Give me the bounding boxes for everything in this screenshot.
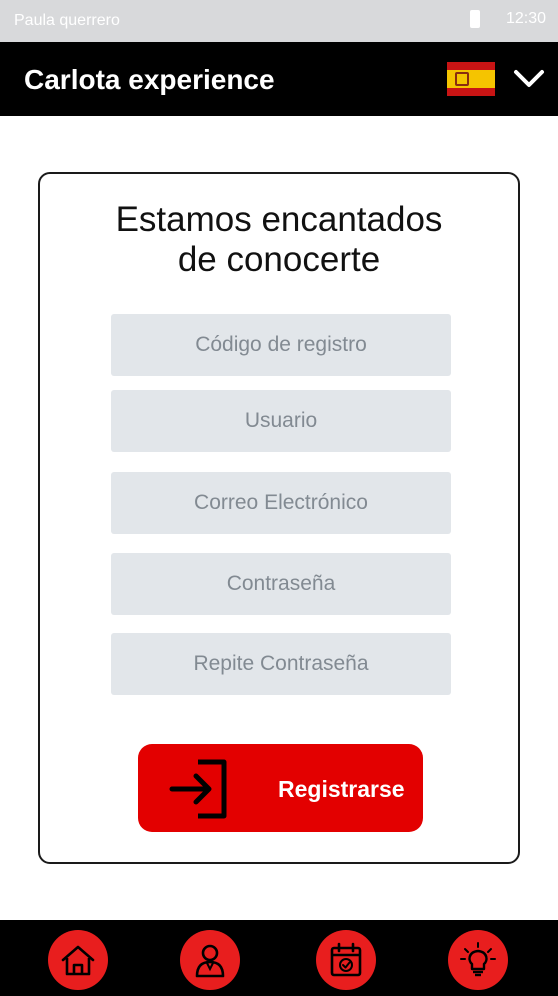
email-input[interactable] bbox=[111, 472, 451, 534]
battery-icon bbox=[469, 10, 480, 28]
register-button[interactable]: Registrarse bbox=[138, 744, 423, 832]
flag-stripe-bottom bbox=[447, 88, 495, 96]
spain-flag-icon[interactable] bbox=[447, 62, 495, 96]
user-icon bbox=[195, 944, 225, 978]
chevron-down-icon[interactable] bbox=[512, 66, 546, 92]
lightbulb-icon bbox=[460, 942, 496, 977]
status-user-name: Paula querrero bbox=[14, 12, 120, 29]
card-title-line1: Estamos encantados bbox=[115, 200, 443, 239]
flag-shield bbox=[455, 72, 469, 86]
password-input[interactable] bbox=[111, 553, 451, 615]
register-button-label: Registrarse bbox=[278, 776, 405, 802]
login-icon bbox=[169, 759, 227, 819]
status-right: 12:30 bbox=[469, 10, 546, 28]
nav-home[interactable] bbox=[48, 930, 108, 990]
repeat-password-input[interactable] bbox=[111, 633, 451, 695]
card-title: Estamos encantados de conocerte bbox=[38, 200, 520, 280]
username-input[interactable] bbox=[111, 390, 451, 452]
nav-profile[interactable] bbox=[180, 930, 240, 990]
home-icon bbox=[61, 945, 95, 976]
registration-code-input[interactable] bbox=[111, 314, 451, 376]
flag-stripe-top bbox=[447, 62, 495, 70]
status-time: 12:30 bbox=[505, 10, 546, 27]
nav-calendar[interactable] bbox=[316, 930, 376, 990]
calendar-check-icon bbox=[330, 942, 362, 977]
status-bar: Paula querrero 12:30 bbox=[0, 0, 558, 42]
card-title-line2: de conocerte bbox=[177, 240, 381, 279]
nav-ideas[interactable] bbox=[448, 930, 508, 990]
app-title: Carlota experience bbox=[24, 64, 275, 95]
bottom-nav bbox=[0, 920, 558, 996]
